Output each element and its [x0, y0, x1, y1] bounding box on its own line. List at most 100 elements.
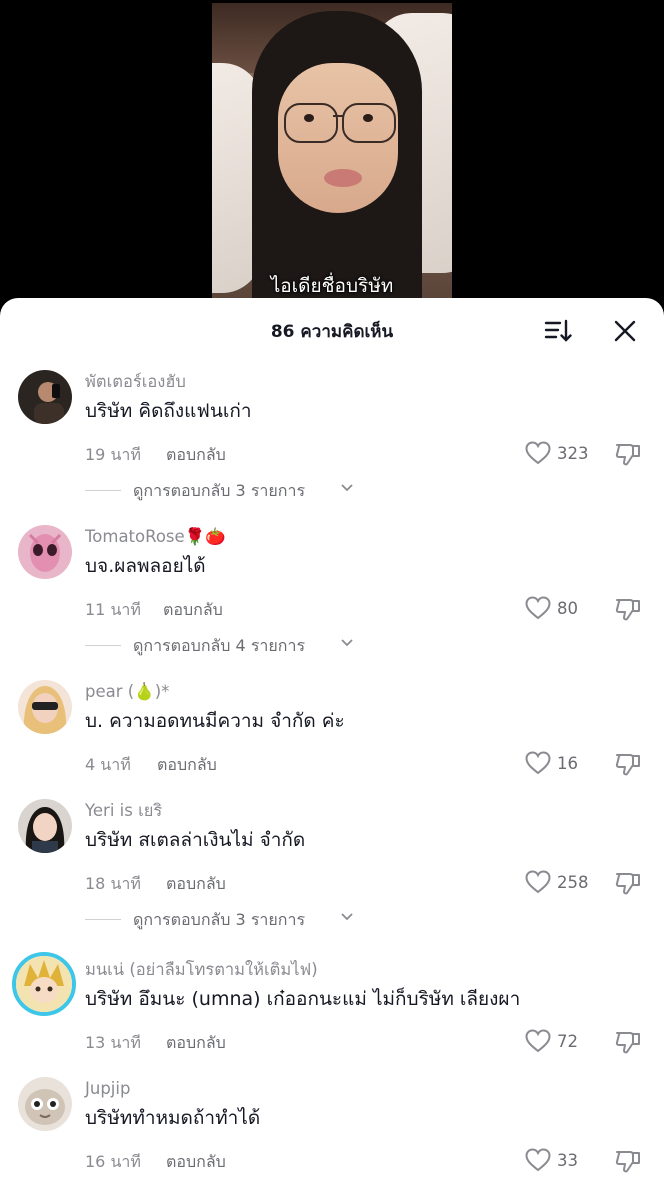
- comment-time: 16 นาที: [85, 1152, 141, 1171]
- dislike-button[interactable]: [614, 595, 644, 625]
- comment-meta: 19 นาที ตอบกลับ 323: [85, 437, 644, 471]
- heart-icon: [525, 596, 551, 620]
- reply-button[interactable]: ตอบกลับ: [157, 753, 217, 778]
- avatar-image: [18, 525, 72, 579]
- thumbs-down-icon: [615, 754, 640, 776]
- video-eye-right: [363, 114, 373, 122]
- heart-icon: [525, 1148, 551, 1172]
- avatar[interactable]: [18, 680, 72, 734]
- reply-button[interactable]: ตอบกลับ: [166, 1031, 226, 1056]
- reply-button[interactable]: ตอบกลับ: [166, 872, 226, 897]
- avatar-image: [18, 370, 72, 424]
- comment-username[interactable]: TomatoRose🌹🍅: [85, 525, 644, 549]
- heart-icon: [525, 870, 551, 894]
- view-replies-button[interactable]: ดูการตอบกลับ 3 รายการ: [85, 475, 644, 507]
- like-count: 72: [557, 1032, 578, 1051]
- like-button[interactable]: 323: [525, 437, 595, 471]
- comment-text: บจ.ผลพลอยได้: [85, 555, 206, 577]
- video-subtitle: ไอเดียชื่อบริษัท: [270, 275, 394, 297]
- comment-time: 19 นาที: [85, 445, 141, 464]
- comment-username[interactable]: Yeri is เยริ: [85, 799, 644, 823]
- reply-button[interactable]: ตอบกลับ: [166, 1150, 226, 1175]
- video-mouth: [324, 169, 362, 187]
- like-count: 80: [557, 599, 578, 618]
- dislike-button[interactable]: [614, 1147, 644, 1177]
- sort-button[interactable]: [543, 316, 573, 346]
- view-replies-button[interactable]: ดูการตอบกลับ 4 รายการ: [85, 630, 644, 662]
- heart-icon: [525, 441, 551, 465]
- dislike-button[interactable]: [614, 1028, 644, 1058]
- chevron-down-icon: [341, 913, 353, 921]
- avatar[interactable]: [18, 370, 72, 424]
- comment-time: 13 นาที: [85, 1033, 141, 1052]
- avatar[interactable]: [12, 952, 76, 1016]
- video-player[interactable]: ไอเดียชื่อบริษัท: [212, 3, 452, 303]
- avatar[interactable]: [18, 799, 72, 853]
- comment-meta: 18 นาที ตอบกลับ 258: [85, 866, 644, 900]
- chevron-down-icon: [341, 639, 353, 647]
- video-glasses-bridge: [333, 115, 343, 117]
- comment-username[interactable]: มนเน่ (อย่าลืมโทรตามให้เติมไฟ): [85, 958, 644, 982]
- comment-meta: 16 นาที ตอบกลับ 33: [85, 1144, 644, 1178]
- reply-button[interactable]: ตอบกลับ: [166, 443, 226, 468]
- comment-time: 4 นาที: [85, 755, 131, 774]
- replies-divider: [85, 919, 121, 920]
- comment-text: บริษัท อึมนะ (umna) เก๋ออกนะแม่ ไม่ก็บริ…: [85, 988, 521, 1010]
- reply-button[interactable]: ตอบกลับ: [163, 598, 223, 623]
- video-eye-left: [304, 114, 314, 122]
- like-count: 258: [557, 873, 589, 892]
- thumbs-down-icon: [615, 873, 640, 895]
- comment-meta: 4 นาที ตอบกลับ 16: [85, 747, 644, 781]
- sort-icon: [544, 319, 572, 342]
- comment-username[interactable]: พัตเตอร์เองฮับ: [85, 370, 644, 394]
- avatar[interactable]: [18, 1077, 72, 1131]
- like-count: 16: [557, 754, 578, 773]
- chevron-down-icon: [341, 484, 353, 492]
- comment-item: มนเน่ (อย่าลืมโทรตามให้เติมไฟ) บริษัท อึ…: [0, 952, 664, 1059]
- like-button[interactable]: 80: [525, 592, 595, 626]
- close-icon: [614, 320, 636, 342]
- comment-username[interactable]: pear (🍐)*: [85, 680, 644, 704]
- avatar-image: [16, 956, 72, 1012]
- close-button[interactable]: [610, 316, 640, 346]
- like-button[interactable]: 16: [525, 747, 595, 781]
- thumbs-down-icon: [615, 444, 640, 466]
- replies-divider: [85, 490, 121, 491]
- comments-header: 86 ความคิดเห็น: [0, 298, 664, 362]
- comment-item: Jupjip บริษัททำหมดถ้าทำได้ 16 นาที ตอบกล…: [0, 1077, 664, 1178]
- like-count: 33: [557, 1151, 578, 1170]
- view-replies-label: ดูการตอบกลับ 3 รายการ: [133, 910, 306, 929]
- avatar[interactable]: [18, 525, 72, 579]
- heart-icon: [525, 751, 551, 775]
- comment-item: Yeri is เยริ บริษัท สเตลล่าเงินไม่ จำกัด…: [0, 799, 664, 936]
- comment-item: pear (🍐)* บ. ความอดทนมีความ จำกัด ค่ะ 4 …: [0, 680, 664, 781]
- comment-time: 11 นาที: [85, 600, 141, 619]
- dislike-button[interactable]: [614, 750, 644, 780]
- thumbs-down-icon: [615, 1032, 640, 1054]
- view-replies-button[interactable]: ดูการตอบกลับ 3 รายการ: [85, 904, 644, 936]
- comment-text: บ. ความอดทนมีความ จำกัด ค่ะ: [85, 710, 345, 732]
- replies-divider: [85, 645, 121, 646]
- dislike-button[interactable]: [614, 869, 644, 899]
- avatar-image: [18, 680, 72, 734]
- video-glasses-right: [342, 103, 396, 143]
- comment-item: TomatoRose🌹🍅 บจ.ผลพลอยได้ 11 นาที ตอบกลั…: [0, 525, 664, 662]
- like-button[interactable]: 33: [525, 1144, 595, 1178]
- comments-sheet: 86 ความคิดเห็น พัตเตอร์เองฮับ บริษัท คิด…: [0, 298, 664, 1200]
- comment-meta: 11 นาที ตอบกลับ 80: [85, 592, 644, 626]
- comment-meta: 13 นาที ตอบกลับ 72: [85, 1025, 644, 1059]
- thumbs-down-icon: [615, 1151, 640, 1173]
- like-button[interactable]: 72: [525, 1025, 595, 1059]
- view-replies-label: ดูการตอบกลับ 4 รายการ: [133, 636, 306, 655]
- comment-username[interactable]: Jupjip: [85, 1077, 644, 1101]
- thumbs-down-icon: [615, 599, 640, 621]
- avatar-image: [18, 1077, 72, 1131]
- dislike-button[interactable]: [614, 440, 644, 470]
- view-replies-label: ดูการตอบกลับ 3 รายการ: [133, 481, 306, 500]
- like-button[interactable]: 258: [525, 866, 595, 900]
- video-glasses-left: [284, 103, 338, 143]
- comment-text: บริษัททำหมดถ้าทำได้: [85, 1107, 261, 1129]
- like-count: 323: [557, 444, 589, 463]
- comment-time: 18 นาที: [85, 874, 141, 893]
- comment-item: พัตเตอร์เองฮับ บริษัท คิดถึงแฟนเก่า 19 น…: [0, 370, 664, 507]
